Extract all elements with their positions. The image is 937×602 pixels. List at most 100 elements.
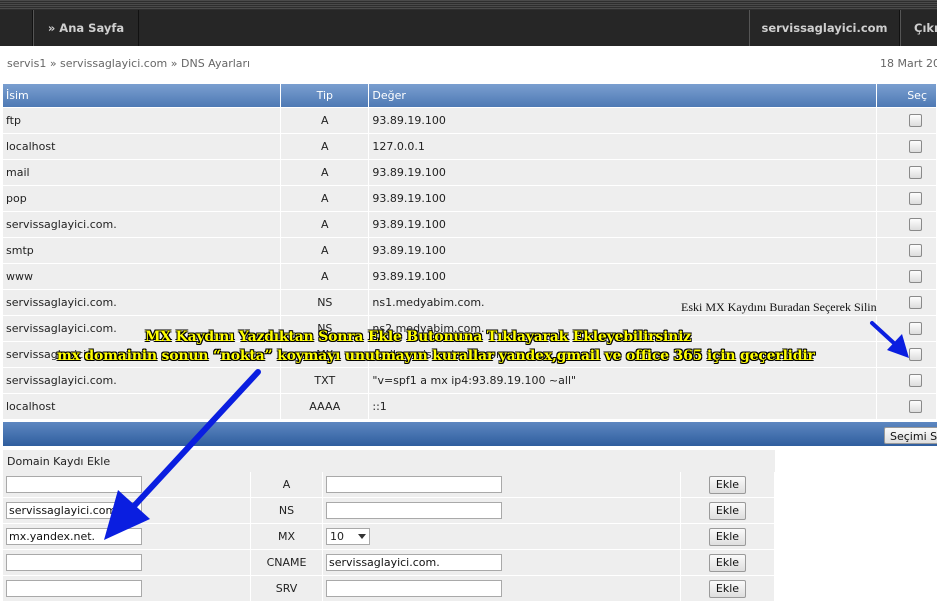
chevron-down-icon xyxy=(358,534,366,539)
record-name: servissaglayici.com. xyxy=(3,290,282,316)
type-label: NS xyxy=(251,498,323,524)
record-type: A xyxy=(281,186,370,212)
record-select-cell xyxy=(877,368,937,394)
add-row-cname: CNAME Ekle xyxy=(3,550,775,576)
add-row-a: A Ekle xyxy=(3,472,775,498)
record-checkbox[interactable] xyxy=(908,322,922,336)
column-header-name: İsim xyxy=(3,84,282,108)
record-value: 127.0.0.1 xyxy=(369,134,878,160)
current-date: 18 Mart 20 xyxy=(880,57,937,70)
record-select-cell xyxy=(877,134,937,160)
a-value-input[interactable] xyxy=(326,476,502,493)
record-select-cell xyxy=(877,264,937,290)
name-cell xyxy=(3,498,251,524)
record-checkbox[interactable] xyxy=(908,244,922,258)
value-cell xyxy=(323,498,681,524)
record-value: 93.89.19.100 xyxy=(369,238,878,264)
record-type: TXT xyxy=(281,368,370,394)
add-record-title-bar: Domain Kaydı Ekle xyxy=(3,450,775,472)
record-select-cell xyxy=(877,238,937,264)
record-value: 93.89.19.100 xyxy=(369,160,878,186)
add-row-mx: MX 10 Ekle xyxy=(3,524,775,550)
add-cell: Ekle xyxy=(681,576,775,602)
add-ns-button[interactable]: Ekle xyxy=(708,501,747,520)
mx-name-input[interactable] xyxy=(6,528,142,545)
record-type: AAAA xyxy=(281,394,370,420)
add-record-title: Domain Kaydı Ekle xyxy=(7,455,111,468)
record-select-cell xyxy=(877,160,937,186)
record-checkbox[interactable] xyxy=(908,166,922,180)
cname-value-input[interactable] xyxy=(326,554,502,571)
add-mx-button[interactable]: Ekle xyxy=(708,527,747,546)
nav-home-link[interactable]: » Ana Sayfa xyxy=(33,10,139,46)
record-select-cell xyxy=(877,290,937,316)
annotation-dot-hint: mx domainin sonun “nokta” koymayı unutma… xyxy=(57,348,815,364)
record-type: A xyxy=(281,108,370,134)
record-checkbox[interactable] xyxy=(908,140,922,154)
record-checkbox[interactable] xyxy=(908,218,922,232)
mx-record-checkbox[interactable] xyxy=(908,348,922,362)
record-checkbox[interactable] xyxy=(908,192,922,206)
add-cname-button[interactable]: Ekle xyxy=(708,553,747,572)
table-row: servissaglayici.com. A 93.89.19.100 xyxy=(3,212,937,238)
name-cell xyxy=(3,576,251,602)
delete-selected-button[interactable]: Seçimi Sil xyxy=(884,427,937,444)
srv-value-input[interactable] xyxy=(326,580,502,597)
record-name: localhost xyxy=(3,394,282,420)
mx-priority-select[interactable]: 10 xyxy=(326,528,370,545)
breadcrumb-bar: servis1 » servissaglayici.com » DNS Ayar… xyxy=(0,46,937,82)
record-checkbox[interactable] xyxy=(908,296,922,310)
nav-spacer xyxy=(0,10,33,46)
value-cell: 10 xyxy=(323,524,681,550)
table-header-row: İsim Tip Değer Seç xyxy=(3,84,937,108)
record-checkbox[interactable] xyxy=(908,374,922,388)
nav-domain-link[interactable]: servissaglayici.com xyxy=(749,10,900,46)
ns-value-input[interactable] xyxy=(326,502,502,519)
record-checkbox[interactable] xyxy=(908,270,922,284)
add-row-srv: SRV Ekle xyxy=(3,576,775,602)
record-type: A xyxy=(281,212,370,238)
table-row: pop A 93.89.19.100 xyxy=(3,186,937,212)
cname-name-input[interactable] xyxy=(6,554,142,571)
type-label: SRV xyxy=(251,576,323,602)
record-select-cell xyxy=(877,186,937,212)
column-header-type: Tip xyxy=(281,84,370,108)
add-cell: Ekle xyxy=(681,524,775,550)
mx-priority-value: 10 xyxy=(330,530,344,543)
table-row: mail A 93.89.19.100 xyxy=(3,160,937,186)
nav-exit-link[interactable]: Çıkı xyxy=(900,10,937,46)
record-name: smtp xyxy=(3,238,282,264)
top-navigation: » Ana Sayfa servissaglayici.com Çıkı xyxy=(0,0,937,46)
annotation-add-hint: MX Kaydını Yazdıktan Sonra Ekle Butonuna… xyxy=(145,329,691,345)
record-select-cell xyxy=(877,394,937,420)
dns-records-table: İsim Tip Değer Seç ftp A 93.89.19.100 loca… xyxy=(3,84,937,420)
value-cell xyxy=(323,576,681,602)
table-row: ftp A 93.89.19.100 xyxy=(3,108,937,134)
a-name-input[interactable] xyxy=(6,476,142,493)
column-header-select: Seç xyxy=(877,84,937,108)
record-checkbox[interactable] xyxy=(908,114,922,128)
add-cell: Ekle xyxy=(681,550,775,576)
add-srv-button[interactable]: Ekle xyxy=(708,579,747,598)
column-header-value: Değer xyxy=(369,84,878,108)
srv-name-input[interactable] xyxy=(6,580,142,597)
top-hairline xyxy=(0,0,937,10)
record-type: A xyxy=(281,160,370,186)
add-a-button[interactable]: Ekle xyxy=(708,475,747,494)
record-type: A xyxy=(281,134,370,160)
record-name: pop xyxy=(3,186,282,212)
record-checkbox[interactable] xyxy=(908,400,922,414)
type-label: MX xyxy=(251,524,323,550)
name-cell xyxy=(3,524,251,550)
record-type: A xyxy=(281,264,370,290)
record-name: servissaglayici.com. xyxy=(3,368,282,394)
name-cell xyxy=(3,550,251,576)
record-select-cell xyxy=(877,212,937,238)
name-cell xyxy=(3,472,251,498)
record-select-cell xyxy=(877,342,937,368)
ns-name-input[interactable] xyxy=(6,502,142,519)
record-value: 93.89.19.100 xyxy=(369,212,878,238)
table-row: www A 93.89.19.100 xyxy=(3,264,937,290)
table-row: localhost AAAA::1 xyxy=(3,394,937,420)
record-select-cell xyxy=(877,316,937,342)
